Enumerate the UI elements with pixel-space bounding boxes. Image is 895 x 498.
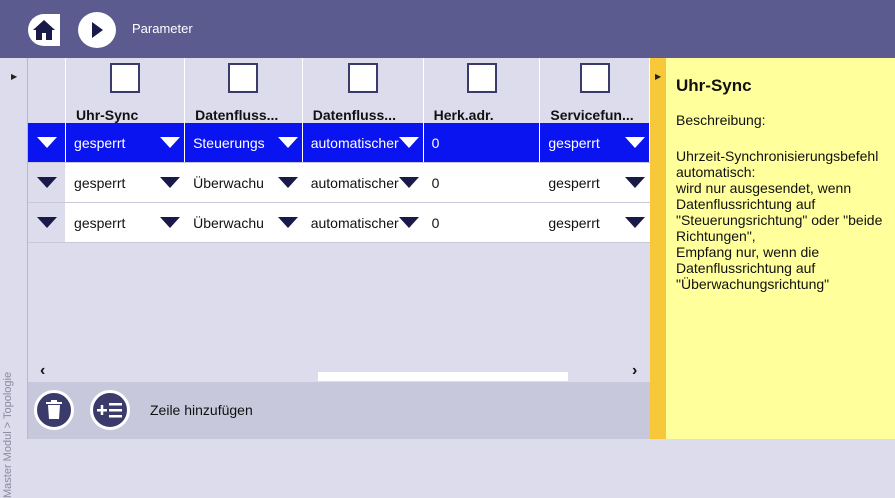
- collapse-arrow-icon[interactable]: ▶: [655, 72, 661, 81]
- scrollbar-thumb[interactable]: [318, 372, 568, 381]
- action-bar: Zeile hinzufügen: [28, 382, 650, 439]
- column-header[interactable]: Datenfluss...: [302, 58, 424, 123]
- header-row: Uhr-Sync Datenfluss... Datenfluss... Her…: [28, 58, 650, 123]
- delete-row-button[interactable]: [34, 390, 74, 430]
- table-row[interactable]: gesperrt Steuerungs automatischer 0 gesp…: [28, 123, 650, 163]
- dropdown-arrow-icon[interactable]: [625, 137, 645, 148]
- table-cell[interactable]: Überwachu: [184, 202, 303, 243]
- table-cell[interactable]: gesperrt: [65, 162, 186, 203]
- table-cell[interactable]: gesperrt: [539, 162, 650, 203]
- info-subtitle: Beschreibung:: [676, 112, 766, 128]
- dropdown-arrow-icon[interactable]: [398, 177, 419, 188]
- dropdown-arrow-icon[interactable]: [160, 217, 181, 228]
- column-label: Uhr-Sync: [76, 107, 139, 123]
- page-title: Parameter: [132, 21, 193, 36]
- info-panel-handle[interactable]: ▶: [650, 58, 666, 439]
- dropdown-arrow-icon[interactable]: [160, 137, 181, 148]
- dropdown-arrow-icon[interactable]: [36, 217, 57, 228]
- horizontal-scrollbar[interactable]: ‹ ›: [28, 362, 650, 382]
- scroll-right-icon[interactable]: ›: [632, 362, 637, 380]
- column-label: Herk.adr.: [433, 107, 494, 123]
- dropdown-arrow-icon[interactable]: [398, 137, 419, 148]
- dropdown-arrow-icon[interactable]: [160, 177, 181, 188]
- info-title: Uhr-Sync: [676, 76, 752, 95]
- column-header[interactable]: Datenfluss...: [184, 58, 303, 123]
- table-cell[interactable]: automatischer: [302, 162, 424, 203]
- expand-arrow-icon[interactable]: ▶: [11, 72, 17, 81]
- column-label: Servicefun...: [550, 107, 634, 123]
- row-dropdown[interactable]: [28, 202, 67, 243]
- row-dropdown[interactable]: [28, 123, 67, 163]
- play-forward-icon: [92, 22, 103, 38]
- table-cell[interactable]: automatischer: [302, 202, 424, 243]
- dropdown-arrow-icon[interactable]: [277, 177, 298, 188]
- trash-icon: [46, 400, 62, 419]
- dropdown-arrow-icon[interactable]: [398, 217, 419, 228]
- add-row-button[interactable]: [90, 390, 130, 430]
- row-dropdown[interactable]: [28, 162, 67, 203]
- dropdown-arrow-icon[interactable]: [36, 137, 57, 148]
- column-checkbox[interactable]: [110, 63, 141, 93]
- add-row-label[interactable]: Zeile hinzufügen: [150, 402, 253, 418]
- scroll-left-icon[interactable]: ‹: [40, 362, 45, 380]
- home-button[interactable]: [28, 14, 60, 46]
- table-row[interactable]: gesperrt Überwachu automatischer 0 gespe…: [28, 202, 650, 243]
- table-cell[interactable]: gesperrt: [539, 123, 650, 163]
- parameter-grid: Uhr-Sync Datenfluss... Datenfluss... Her…: [28, 58, 650, 381]
- column-checkbox[interactable]: [579, 63, 610, 93]
- table-cell[interactable]: Überwachu: [184, 162, 303, 203]
- column-checkbox[interactable]: [228, 63, 259, 93]
- dropdown-arrow-icon[interactable]: [277, 137, 298, 148]
- table-cell[interactable]: 0: [423, 202, 541, 243]
- column-checkbox[interactable]: [466, 63, 497, 93]
- left-navigation-strip: ▶ Master Modul > Topologie: [0, 58, 28, 498]
- column-label: Datenfluss...: [195, 107, 279, 123]
- table-cell[interactable]: gesperrt: [65, 123, 186, 163]
- column-header[interactable]: Uhr-Sync: [65, 58, 186, 123]
- column-label: Datenfluss...: [312, 107, 396, 123]
- column-header[interactable]: Servicefun...: [539, 58, 650, 123]
- dropdown-arrow-icon[interactable]: [625, 217, 645, 228]
- add-row-icon: [97, 403, 122, 418]
- forward-button[interactable]: [78, 12, 116, 48]
- dropdown-arrow-icon[interactable]: [625, 177, 645, 188]
- table-row[interactable]: gesperrt Überwachu automatischer 0 gespe…: [28, 162, 650, 203]
- table-cell[interactable]: 0: [423, 123, 541, 163]
- column-header[interactable]: Herk.adr.: [423, 58, 541, 123]
- dropdown-arrow-icon[interactable]: [277, 217, 298, 228]
- parameter-table: Uhr-Sync Datenfluss... Datenfluss... Her…: [28, 58, 650, 243]
- home-icon: [33, 20, 55, 40]
- table-cell[interactable]: automatischer: [302, 123, 424, 163]
- info-panel: Uhr-Sync Beschreibung: Uhrzeit-Synchroni…: [666, 58, 895, 439]
- table-cell[interactable]: Steuerungs: [184, 123, 303, 163]
- column-checkbox[interactable]: [347, 63, 378, 93]
- info-description: Uhrzeit-Synchronisierungsbefehl automati…: [676, 148, 883, 292]
- top-bar: Parameter: [0, 0, 895, 58]
- row-selector-header: [28, 58, 67, 123]
- breadcrumb[interactable]: Master Modul > Topologie: [2, 248, 14, 498]
- table-cell[interactable]: gesperrt: [539, 202, 650, 243]
- table-cell[interactable]: 0: [423, 162, 541, 203]
- table-cell[interactable]: gesperrt: [65, 202, 186, 243]
- dropdown-arrow-icon[interactable]: [36, 177, 57, 188]
